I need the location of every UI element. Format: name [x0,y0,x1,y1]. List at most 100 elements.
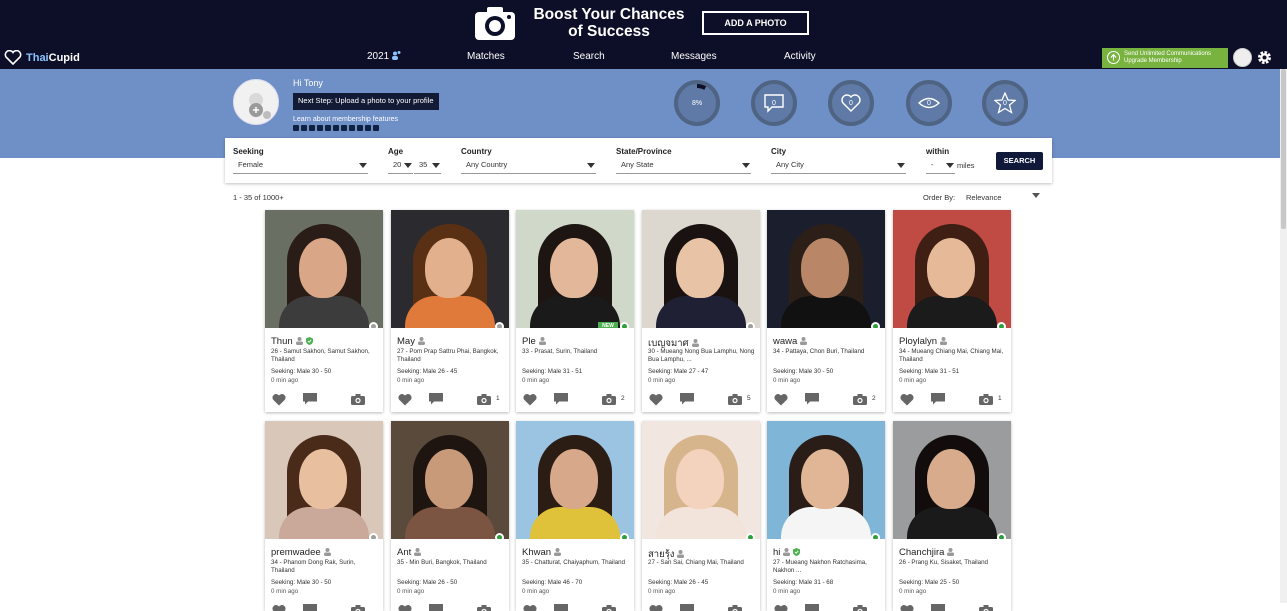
heart-icon[interactable] [523,393,537,406]
chevron-down-icon[interactable] [1032,193,1040,198]
profile-photo[interactable] [265,421,383,539]
chevron-down-icon [359,163,367,168]
camera-icon[interactable] [477,394,491,405]
logo[interactable]: ThaiCupid [4,49,80,66]
photo-face [927,449,975,509]
heart-icon[interactable] [900,393,914,406]
city-select[interactable]: Any City [771,160,906,174]
nav-item-messages[interactable]: Messages [671,51,717,62]
views-stat[interactable]: 0 [906,80,952,126]
search-button[interactable]: SEARCH [996,152,1043,170]
age-max-select[interactable]: 35 [414,160,441,174]
nav-item-search[interactable]: Search [573,51,605,62]
heart-icon[interactable] [398,393,412,406]
heart-icon[interactable] [774,604,788,611]
camera-icon[interactable] [728,605,742,611]
upgrade-membership-button[interactable]: Send Unlimited Communications Upgrade Me… [1102,48,1228,68]
profile-photo[interactable] [391,421,509,539]
profile-card[interactable]: Ant 35 - Min Buri, Bangkok, Thailand Seeki… [391,421,509,611]
profile-photo-placeholder[interactable] [233,79,279,125]
heart-icon[interactable] [649,604,663,611]
likes-stat[interactable]: 0 [828,80,874,126]
profile-card[interactable]: May 27 - Pom Prap Sattru Phai, Bangkok, T… [391,210,509,412]
heart-icon[interactable] [649,393,663,406]
profile-card[interactable]: Thun 26 - Samut Sakhon, Samut Sakhon, Tha… [265,210,383,412]
profile-card[interactable]: hi 27 - Mueang Nakhon Ratchasima, Nakhon … [767,421,885,611]
heart-icon[interactable] [272,393,286,406]
chat-icon[interactable] [554,604,568,611]
chat-icon[interactable] [554,393,568,405]
chat-icon[interactable] [303,393,317,405]
messages-stat[interactable]: 0 [751,80,797,126]
membership-features-link[interactable]: Learn about membership features [293,116,398,123]
chat-icon[interactable] [429,393,443,405]
camera-icon[interactable] [853,394,867,405]
heart-icon[interactable] [900,604,914,611]
within-select[interactable]: - [926,160,955,174]
add-photo-button[interactable]: ADD A PHOTO [702,11,809,35]
nav-item-matches[interactable]: Matches [467,51,505,62]
camera-icon[interactable] [351,605,365,611]
chat-icon[interactable] [931,604,945,611]
profile-photo[interactable] [767,421,885,539]
order-by-select[interactable]: Relevance [966,193,1001,202]
arrow-up-icon [1107,51,1120,64]
heart-icon[interactable] [398,604,412,611]
camera-icon[interactable] [853,605,867,611]
seeking-select[interactable]: Female [233,160,368,174]
promo-title-line1: Boost Your Chances [533,6,685,23]
profile-photo[interactable] [391,210,509,328]
profile-photo[interactable]: NEW [516,210,634,328]
profile-photo[interactable] [265,210,383,328]
profile-completion-stat[interactable]: 8% [674,80,720,126]
next-step-prompt[interactable]: Next Step: Upload a photo to your profil… [293,93,439,110]
user-avatar[interactable] [1233,48,1252,67]
camera-icon[interactable] [728,394,742,405]
profile-photo[interactable] [516,421,634,539]
translate-icon [333,125,339,131]
nav-item-activity[interactable]: Activity [784,51,816,62]
state-select[interactable]: Any State [616,160,751,174]
age-max-value: 35 [419,160,428,169]
camera-icon[interactable] [477,605,491,611]
chat-icon[interactable] [805,393,819,405]
profile-card[interactable]: Khwan 35 - Chatturat, Chaiyaphum, Thailan… [516,421,634,611]
chat-icon[interactable] [805,604,819,611]
profile-card[interactable]: NEW Ple 33 - Prasat, Surin, Thailand Seekin… [516,210,634,412]
heart-icon[interactable] [523,604,537,611]
profile-card[interactable]: premwadee 34 - Phanom Dong Rak, Surin, Th… [265,421,383,611]
profile-photo[interactable] [767,210,885,328]
photo-body [279,507,369,539]
chat-icon[interactable] [931,393,945,405]
heart-icon[interactable] [774,393,788,406]
chat-icon[interactable] [429,604,443,611]
camera-icon[interactable] [351,394,365,405]
scrollbar-thumb[interactable] [1281,69,1286,229]
camera-icon[interactable] [979,394,993,405]
profile-photo[interactable] [893,210,1011,328]
upgrade-line1: Send Unlimited Communications [1124,51,1212,57]
profile-photo[interactable] [642,210,760,328]
profile-card[interactable]: Chanchjira 26 - Prang Ku, Sisaket, Thaila… [893,421,1011,611]
country-select[interactable]: Any Country [461,160,596,174]
chat-icon[interactable] [303,604,317,611]
chat-icon[interactable] [680,393,694,405]
profile-photo[interactable] [642,421,760,539]
camera-icon[interactable] [979,605,993,611]
camera-icon[interactable] [602,605,616,611]
profile-card[interactable]: Ploylalyn 34 - Mueang Chiang Mai, Chiang … [893,210,1011,412]
chevron-down-icon [946,163,954,168]
chat-icon[interactable] [680,604,694,611]
profile-card[interactable]: สายรุ้ง 27 - San Sai, Chiang Mai, Thailan… [642,421,760,611]
profile-card[interactable]: wawa 34 - Pattaya, Chon Buri, Thailand See… [767,210,885,412]
favorites-stat[interactable]: 0 [982,80,1028,126]
nav-item-2021[interactable]: 2021 [367,51,401,62]
heart-icon[interactable] [272,604,286,611]
photo-body [781,507,871,539]
gear-icon[interactable] [1256,49,1273,66]
camera-icon[interactable] [602,394,616,405]
profile-card[interactable]: เบญจมาศ 30 - Mueang Nong Bua Lamphu, Nong… [642,210,760,412]
profile-photo[interactable] [893,421,1011,539]
scrollbar[interactable] [1280,69,1287,603]
age-min-select[interactable]: 20 [388,160,413,174]
